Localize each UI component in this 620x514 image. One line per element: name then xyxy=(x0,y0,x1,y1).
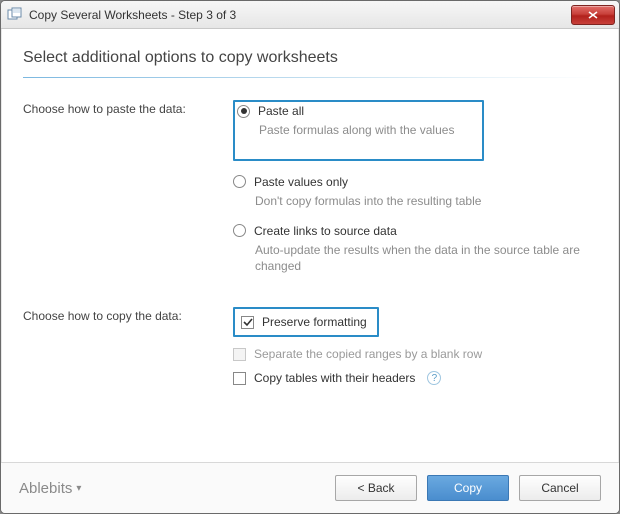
checkbox-preserve[interactable] xyxy=(241,316,254,329)
close-button[interactable] xyxy=(571,5,615,25)
titlebar[interactable]: Copy Several Worksheets - Step 3 of 3 xyxy=(1,1,619,29)
paste-options: Paste all Paste formulas along with the … xyxy=(233,100,597,289)
chevron-down-icon: ▾ xyxy=(76,483,81,494)
checkbox-separate xyxy=(233,348,246,361)
back-button[interactable]: < Back xyxy=(335,475,417,501)
dialog-content: Select additional options to copy worksh… xyxy=(1,29,619,462)
option-create-links: Create links to source data Auto-update … xyxy=(233,224,597,276)
radio-paste-all[interactable] xyxy=(237,105,250,118)
copy-button-label: Copy xyxy=(454,481,482,495)
copy-section: Choose how to copy the data: Preserve fo… xyxy=(23,307,597,399)
cancel-button-label: Cancel xyxy=(541,481,578,495)
paste-section-label: Choose how to paste the data: xyxy=(23,100,233,116)
divider xyxy=(23,77,597,78)
page-heading: Select additional options to copy worksh… xyxy=(23,49,597,67)
help-icon[interactable]: ? xyxy=(427,371,441,385)
copy-options: Preserve formatting Separate the copied … xyxy=(233,307,597,399)
option-preserve: Preserve formatting xyxy=(233,307,597,337)
checkbox-headers[interactable] xyxy=(233,372,246,385)
checkbox-preserve-label: Preserve formatting xyxy=(262,315,367,329)
copy-section-label: Choose how to copy the data: xyxy=(23,307,233,323)
brand-menu[interactable]: Ablebits ▾ xyxy=(19,480,325,497)
checkbox-separate-label: Separate the copied ranges by a blank ro… xyxy=(254,347,482,361)
back-button-label: < Back xyxy=(357,481,394,495)
radio-values-only-label: Paste values only xyxy=(254,175,348,189)
app-icon xyxy=(7,7,23,23)
option-paste-all: Paste all Paste formulas along with the … xyxy=(233,100,597,161)
checkbox-headers-label: Copy tables with their headers xyxy=(254,371,415,385)
copy-button[interactable]: Copy xyxy=(427,475,509,501)
radio-create-links[interactable] xyxy=(233,224,246,237)
dialog-footer: Ablebits ▾ < Back Copy Cancel xyxy=(1,462,619,513)
window-title: Copy Several Worksheets - Step 3 of 3 xyxy=(29,8,565,22)
dialog-window: Copy Several Worksheets - Step 3 of 3 Se… xyxy=(0,0,620,514)
radio-values-only[interactable] xyxy=(233,175,246,188)
option-values-only: Paste values only Don't copy formulas in… xyxy=(233,175,597,210)
radio-paste-all-label: Paste all xyxy=(258,104,304,118)
option-headers: Copy tables with their headers ? xyxy=(233,371,597,385)
radio-values-only-desc: Don't copy formulas into the resulting t… xyxy=(255,193,585,210)
radio-paste-all-desc: Paste formulas along with the values xyxy=(259,122,454,139)
radio-create-links-desc: Auto-update the results when the data in… xyxy=(255,242,585,276)
radio-create-links-label: Create links to source data xyxy=(254,224,397,238)
cancel-button[interactable]: Cancel xyxy=(519,475,601,501)
brand-label: Ablebits xyxy=(19,480,72,497)
option-separate: Separate the copied ranges by a blank ro… xyxy=(233,347,597,361)
paste-section: Choose how to paste the data: Paste all … xyxy=(23,100,597,289)
